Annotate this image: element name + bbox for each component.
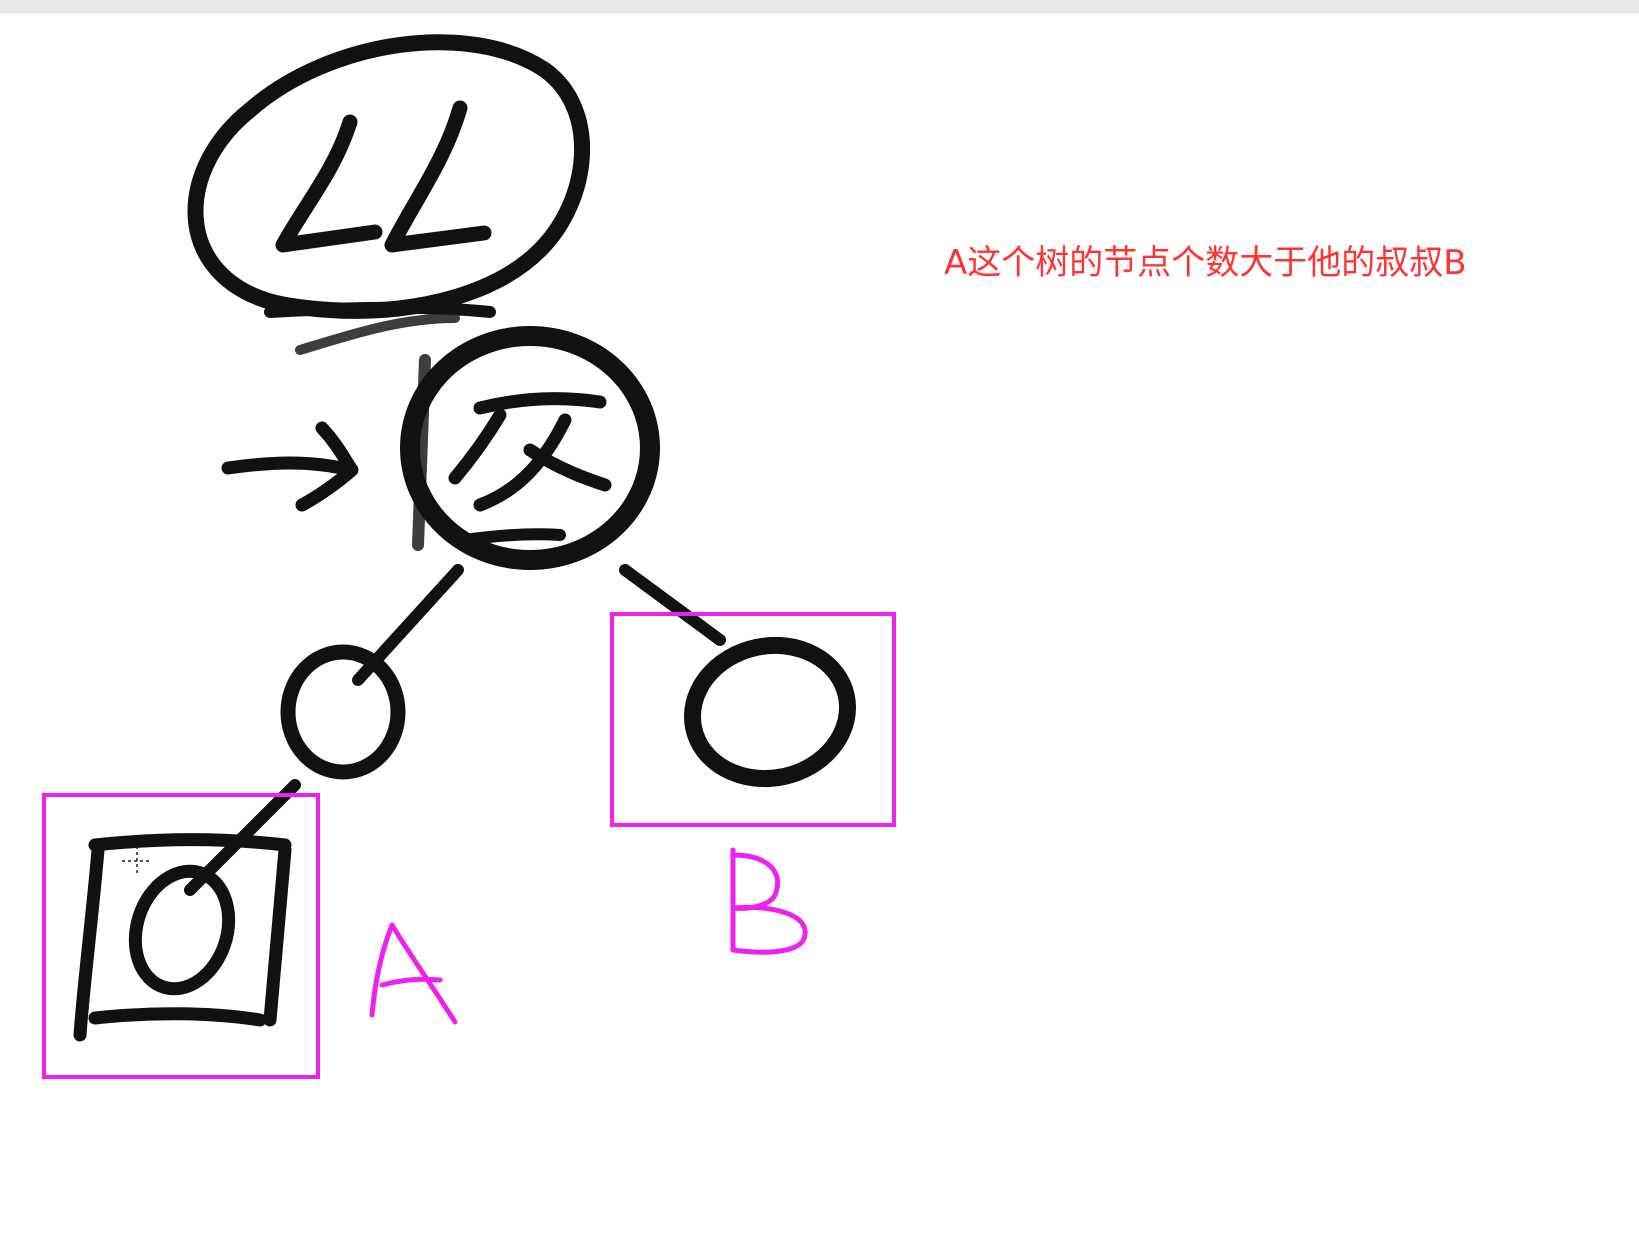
cursor-crosshair-icon (122, 846, 152, 876)
grandparent-node (187, 34, 590, 355)
parent-mark-left (448, 408, 507, 485)
grandchild-node (73, 833, 292, 1042)
label-b-lower-bowl (730, 904, 808, 955)
label-a-stroke (369, 922, 458, 1025)
grandparent-underline-1 (264, 301, 496, 318)
parent-mark-top (473, 392, 607, 415)
label-a (369, 922, 458, 1025)
grandparent-letter-l-2 (384, 100, 492, 253)
edge-parent-right-child (619, 564, 726, 646)
pointer-arrow (221, 421, 359, 512)
parent-mark-bottom (459, 528, 566, 546)
label-b-upper-bowl (730, 852, 781, 911)
grandchild-square-bottom (88, 1007, 267, 1027)
grandparent-oval (187, 34, 590, 319)
arrow-shaft (221, 456, 357, 477)
annotation-text: A这个树的节点个数大于他的叔叔B (944, 243, 1467, 283)
grandparent-letter-l-1 (275, 114, 383, 253)
label-b (730, 847, 808, 955)
grandchild-square-top (88, 833, 292, 852)
uncle-node (683, 636, 857, 788)
whiteboard-canvas (42, 34, 896, 1079)
grandchild-square-left (73, 843, 105, 1042)
grandchild-square-right (263, 843, 292, 1027)
left-child-node (280, 644, 406, 780)
grandchild-circle (128, 864, 236, 996)
parent-node (400, 326, 660, 570)
grandparent-underline-2 (295, 313, 460, 355)
